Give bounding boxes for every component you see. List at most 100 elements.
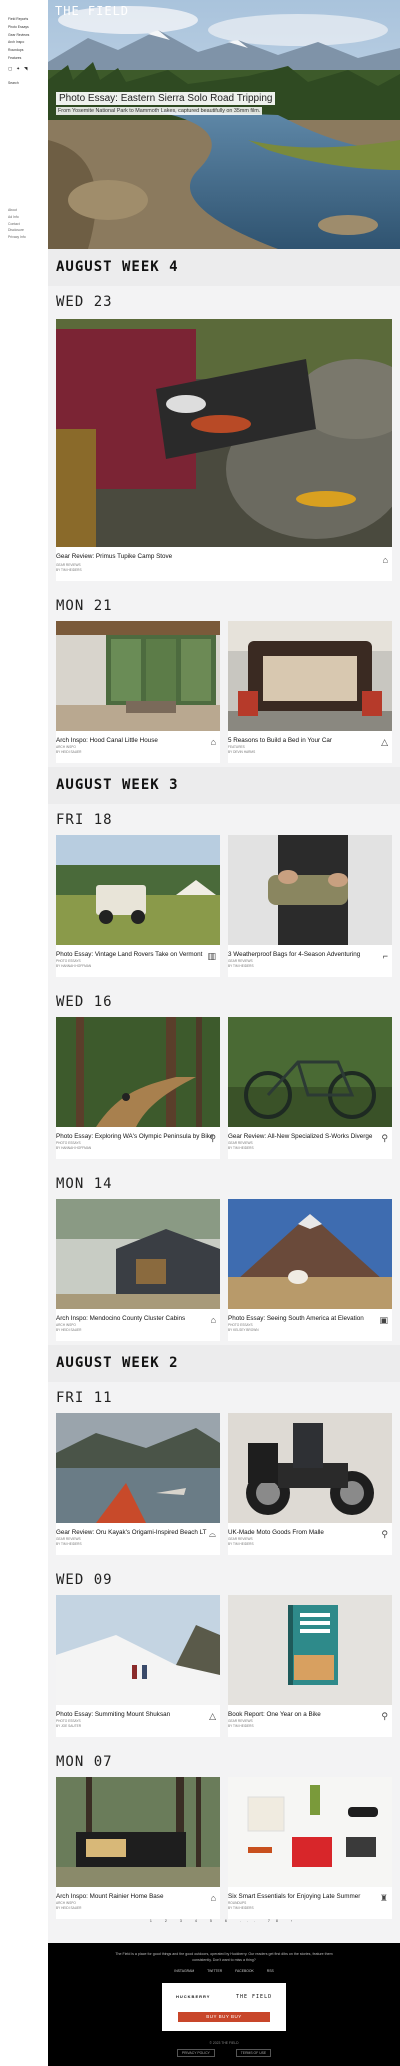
article-title[interactable]: 3 Weatherproof Bags for 4-Season Adventu… [228,951,360,958]
footer-link-twitter[interactable]: TWITTER [207,1969,222,1973]
article-byline: BY HEIDI SAUER [56,750,82,754]
article-image [56,835,220,945]
week-label: AUGUST WEEK 4 [56,259,179,275]
article-title[interactable]: Photo Essay: Exploring WA's Olympic Peni… [56,1133,213,1140]
footer-link-instagram[interactable]: INSTAGRAM [174,1969,194,1973]
article-card[interactable]: Photo Essay: Seeing South America at Ele… [228,1199,392,1341]
article-image [56,1199,220,1309]
page-link[interactable]: 4 [195,1919,203,1923]
page-link[interactable]: 3 [180,1919,188,1923]
article-title[interactable]: Arch Inspo: Hood Canal Little House [56,737,158,744]
day-label: WED 09 [56,1572,113,1588]
kayak-icon: ⌓ [208,1529,216,1539]
week-header: AUGUST WEEK 4 [48,249,400,286]
article-title[interactable]: Gear Review: All-New Specialized S-Works… [228,1133,372,1140]
day-label: WED 23 [56,294,113,310]
article-meta: ARCH INSPO BY HEIDI SAUER [56,1323,81,1333]
article-card[interactable]: Arch Inspo: Mount Rainier Home Base ARCH… [56,1777,220,1919]
sidebar-item-arch-inspo[interactable]: Arch Inspo [8,39,48,47]
sidebar-item-gear-reviews[interactable]: Gear Reviews [8,32,48,40]
house-icon: ⌂ [210,1893,216,1903]
footer-link-facebook[interactable]: FACEBOOK [235,1969,254,1973]
article-card[interactable]: 3 Weatherproof Bags for 4-Season Adventu… [228,835,392,977]
article-byline: BY TIM HEIDERS [228,964,254,968]
feed: AUGUST WEEK 4 WED 23 Gear Review: Primus… [48,249,400,1943]
article-card[interactable]: Photo Essay: Exploring WA's Olympic Peni… [56,1017,220,1159]
next-page-button[interactable]: › [291,1919,298,1923]
hero-title[interactable]: Photo Essay: Eastern Sierra Solo Road Tr… [56,92,276,105]
page-link[interactable]: 6 [225,1919,233,1923]
article-title[interactable]: Photo Essay: Seeing South America at Ele… [228,1315,364,1322]
page-link[interactable]: 2 [165,1919,173,1923]
day-label: MON 07 [56,1754,113,1770]
article-meta: GEAR REVIEWS BY TIM HEIDERS [228,1141,254,1151]
article-title[interactable]: UK-Made Moto Goods From Malle [228,1529,324,1536]
copyright: © 2023 THE FIELD [209,2041,239,2045]
promo-banner[interactable]: HUCKBERRY THE FIELD BUY BUY BUY [162,1983,286,2031]
footer-social-links: INSTAGRAM TWITTER FACEBOOK RSS [48,1969,400,1973]
buy-button[interactable]: BUY BUY BUY [178,2012,270,2022]
hero-caption: From Yosemite National Park to Mammoth L… [56,107,263,115]
article-title[interactable]: Gear Review: Primus Tupike Camp Stove [56,553,172,560]
sidebar-item-features[interactable]: Features [8,55,48,63]
article-meta: GEAR REVIEWS BY TIM HEIDERS [228,959,254,969]
footer-legal-links: PRIVACY POLICY TERMS OF USE [48,2049,400,2057]
article-card[interactable]: Photo Essay: Vintage Land Rovers Take on… [56,835,220,977]
tent-icon: △ [381,737,388,747]
sidebar: Field Reports Photo Essays Gear Reviews … [0,0,48,1943]
article-title[interactable]: Six Smart Essentials for Enjoying Late S… [228,1893,360,1900]
article-card[interactable]: Six Smart Essentials for Enjoying Late S… [228,1777,392,1919]
mountain-icon: △ [209,1711,216,1721]
sidebar-item-photo-essays[interactable]: Photo Essays [8,24,48,32]
article-title[interactable]: Arch Inspo: Mount Rainier Home Base [56,1893,163,1900]
privacy-policy-link[interactable]: PRIVACY POLICY [176,2049,215,2057]
sidebar-item-field-reports[interactable]: Field Reports [8,16,48,24]
page-ellipsis: ... [239,1919,261,1923]
page-link[interactable]: 78 [268,1919,284,1923]
house-icon: ⌂ [210,737,216,747]
sidebar-item-roundups[interactable]: Roundups [8,47,48,55]
instagram-icon[interactable]: ▢ [8,66,12,72]
article-title[interactable]: 5 Reasons to Build a Bed in Your Car [228,737,332,744]
twitter-icon[interactable]: ✦ [16,66,20,72]
article-card[interactable]: UK-Made Moto Goods From Malle GEAR REVIE… [228,1413,392,1555]
article-card[interactable]: Gear Review: Primus Tupike Camp Stove GE… [56,319,392,581]
article-byline: BY TIM HEIDERS [56,568,82,572]
hero-feature[interactable]: THE FIELD Photo Essay: Eastern Sierra So… [48,0,400,249]
article-byline: BY TIM HEIDERS [228,1146,254,1150]
site-logo[interactable]: THE FIELD [55,4,129,18]
article-title[interactable]: Photo Essay: Summiting Mount Shuksan [56,1711,170,1718]
sidebar-item-about[interactable]: About [8,207,26,214]
article-card[interactable]: Photo Essay: Summiting Mount Shuksan PHO… [56,1595,220,1737]
article-card[interactable]: Arch Inspo: Mendocino County Cluster Cab… [56,1199,220,1341]
article-meta: PHOTO ESSAYS BY HANNAH HOFFMAN [56,1141,91,1151]
search-link[interactable]: Search [8,81,48,85]
pagination: 1 2 3 4 5 6 ... 78 › [48,1919,400,1923]
article-card[interactable]: Arch Inspo: Hood Canal Little House ARCH… [56,621,220,763]
article-title[interactable]: Gear Review: Oru Kayak's Origami-Inspire… [56,1529,207,1536]
article-title[interactable]: Photo Essay: Vintage Land Rovers Take on… [56,951,202,958]
bike-icon: ⚲ [209,1133,216,1143]
footer-link-rss[interactable]: RSS [267,1969,274,1973]
article-card[interactable]: Book Report: One Year on a Bike GEAR REV… [228,1595,392,1737]
sidebar-item-ad-info[interactable]: Ad Info [8,214,26,221]
page-link[interactable]: 1 [150,1919,158,1923]
article-card[interactable]: 5 Reasons to Build a Bed in Your Car FEA… [228,621,392,763]
terms-link[interactable]: TERMS OF USE [235,2049,272,2057]
article-meta: PHOTO ESSAYS BY HANNAH HOFFMAN [56,959,91,969]
article-card[interactable]: Gear Review: Oru Kayak's Origami-Inspire… [56,1413,220,1555]
article-card[interactable]: Gear Review: All-New Specialized S-Works… [228,1017,392,1159]
article-meta: FEATURES BY DEVIN HARMS [228,745,255,755]
article-image [228,1017,392,1127]
article-title[interactable]: Arch Inspo: Mendocino County Cluster Cab… [56,1315,185,1322]
sidebar-item-privacy[interactable]: Privacy Info [8,234,26,241]
article-image [228,835,392,945]
page-link[interactable]: 5 [210,1919,218,1923]
rss-icon[interactable]: ◥ [24,66,27,72]
article-image [56,1413,220,1523]
sidebar-item-contact[interactable]: Contact [8,221,26,228]
article-title[interactable]: Book Report: One Year on a Bike [228,1711,321,1718]
sidebar-item-disclosure[interactable]: Disclosure [8,227,26,234]
article-byline: BY TIM HEIDERS [228,1724,254,1728]
columns-icon: ▥ [207,951,216,961]
